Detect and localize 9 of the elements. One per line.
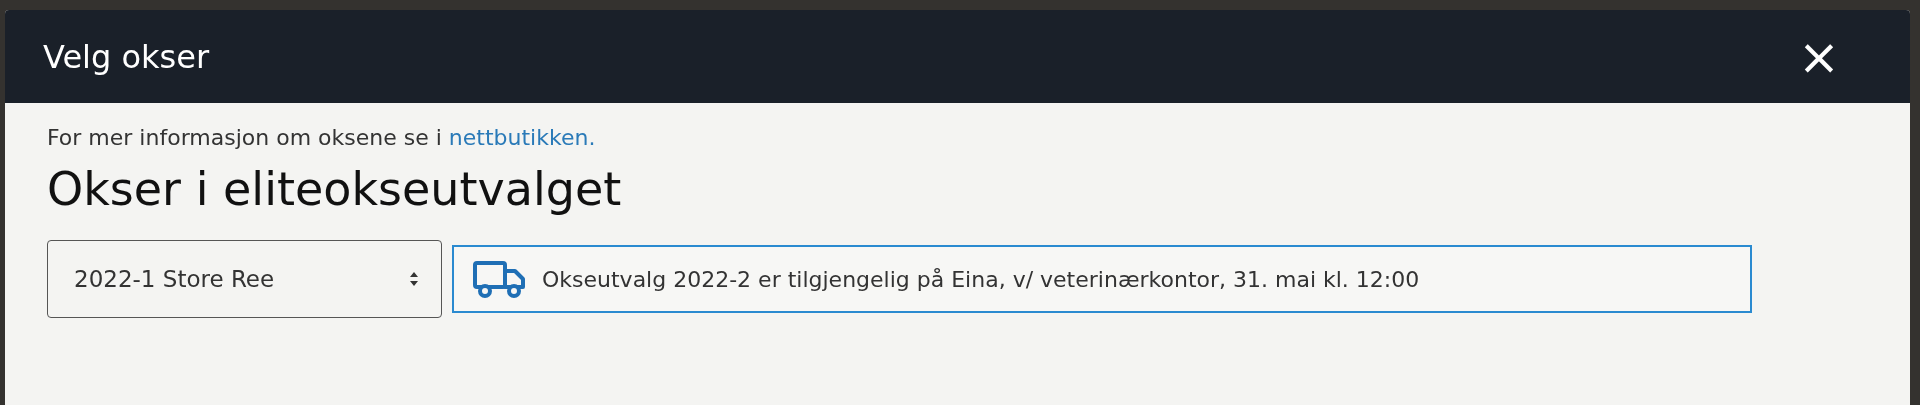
info-text: For mer informasjon om oksene se i nettbutikken. (47, 125, 597, 150)
notice-text: Okseutvalg 2022-2 er tilgjengelig på Eina, v/ veterinærkontor, 31. mai kl. 12:00 (542, 266, 1420, 292)
close-button[interactable]: × (1798, 31, 1840, 82)
shop-link[interactable]: nettbutikken. (448, 125, 596, 150)
truck-icon (472, 259, 526, 299)
section-heading: Okser i eliteokseutvalget (47, 162, 623, 216)
dialog-title: Velg okser (43, 37, 210, 76)
selection-dropdown[interactable]: 2022-1 Store Ree (47, 240, 442, 318)
caret-icon (409, 270, 419, 288)
